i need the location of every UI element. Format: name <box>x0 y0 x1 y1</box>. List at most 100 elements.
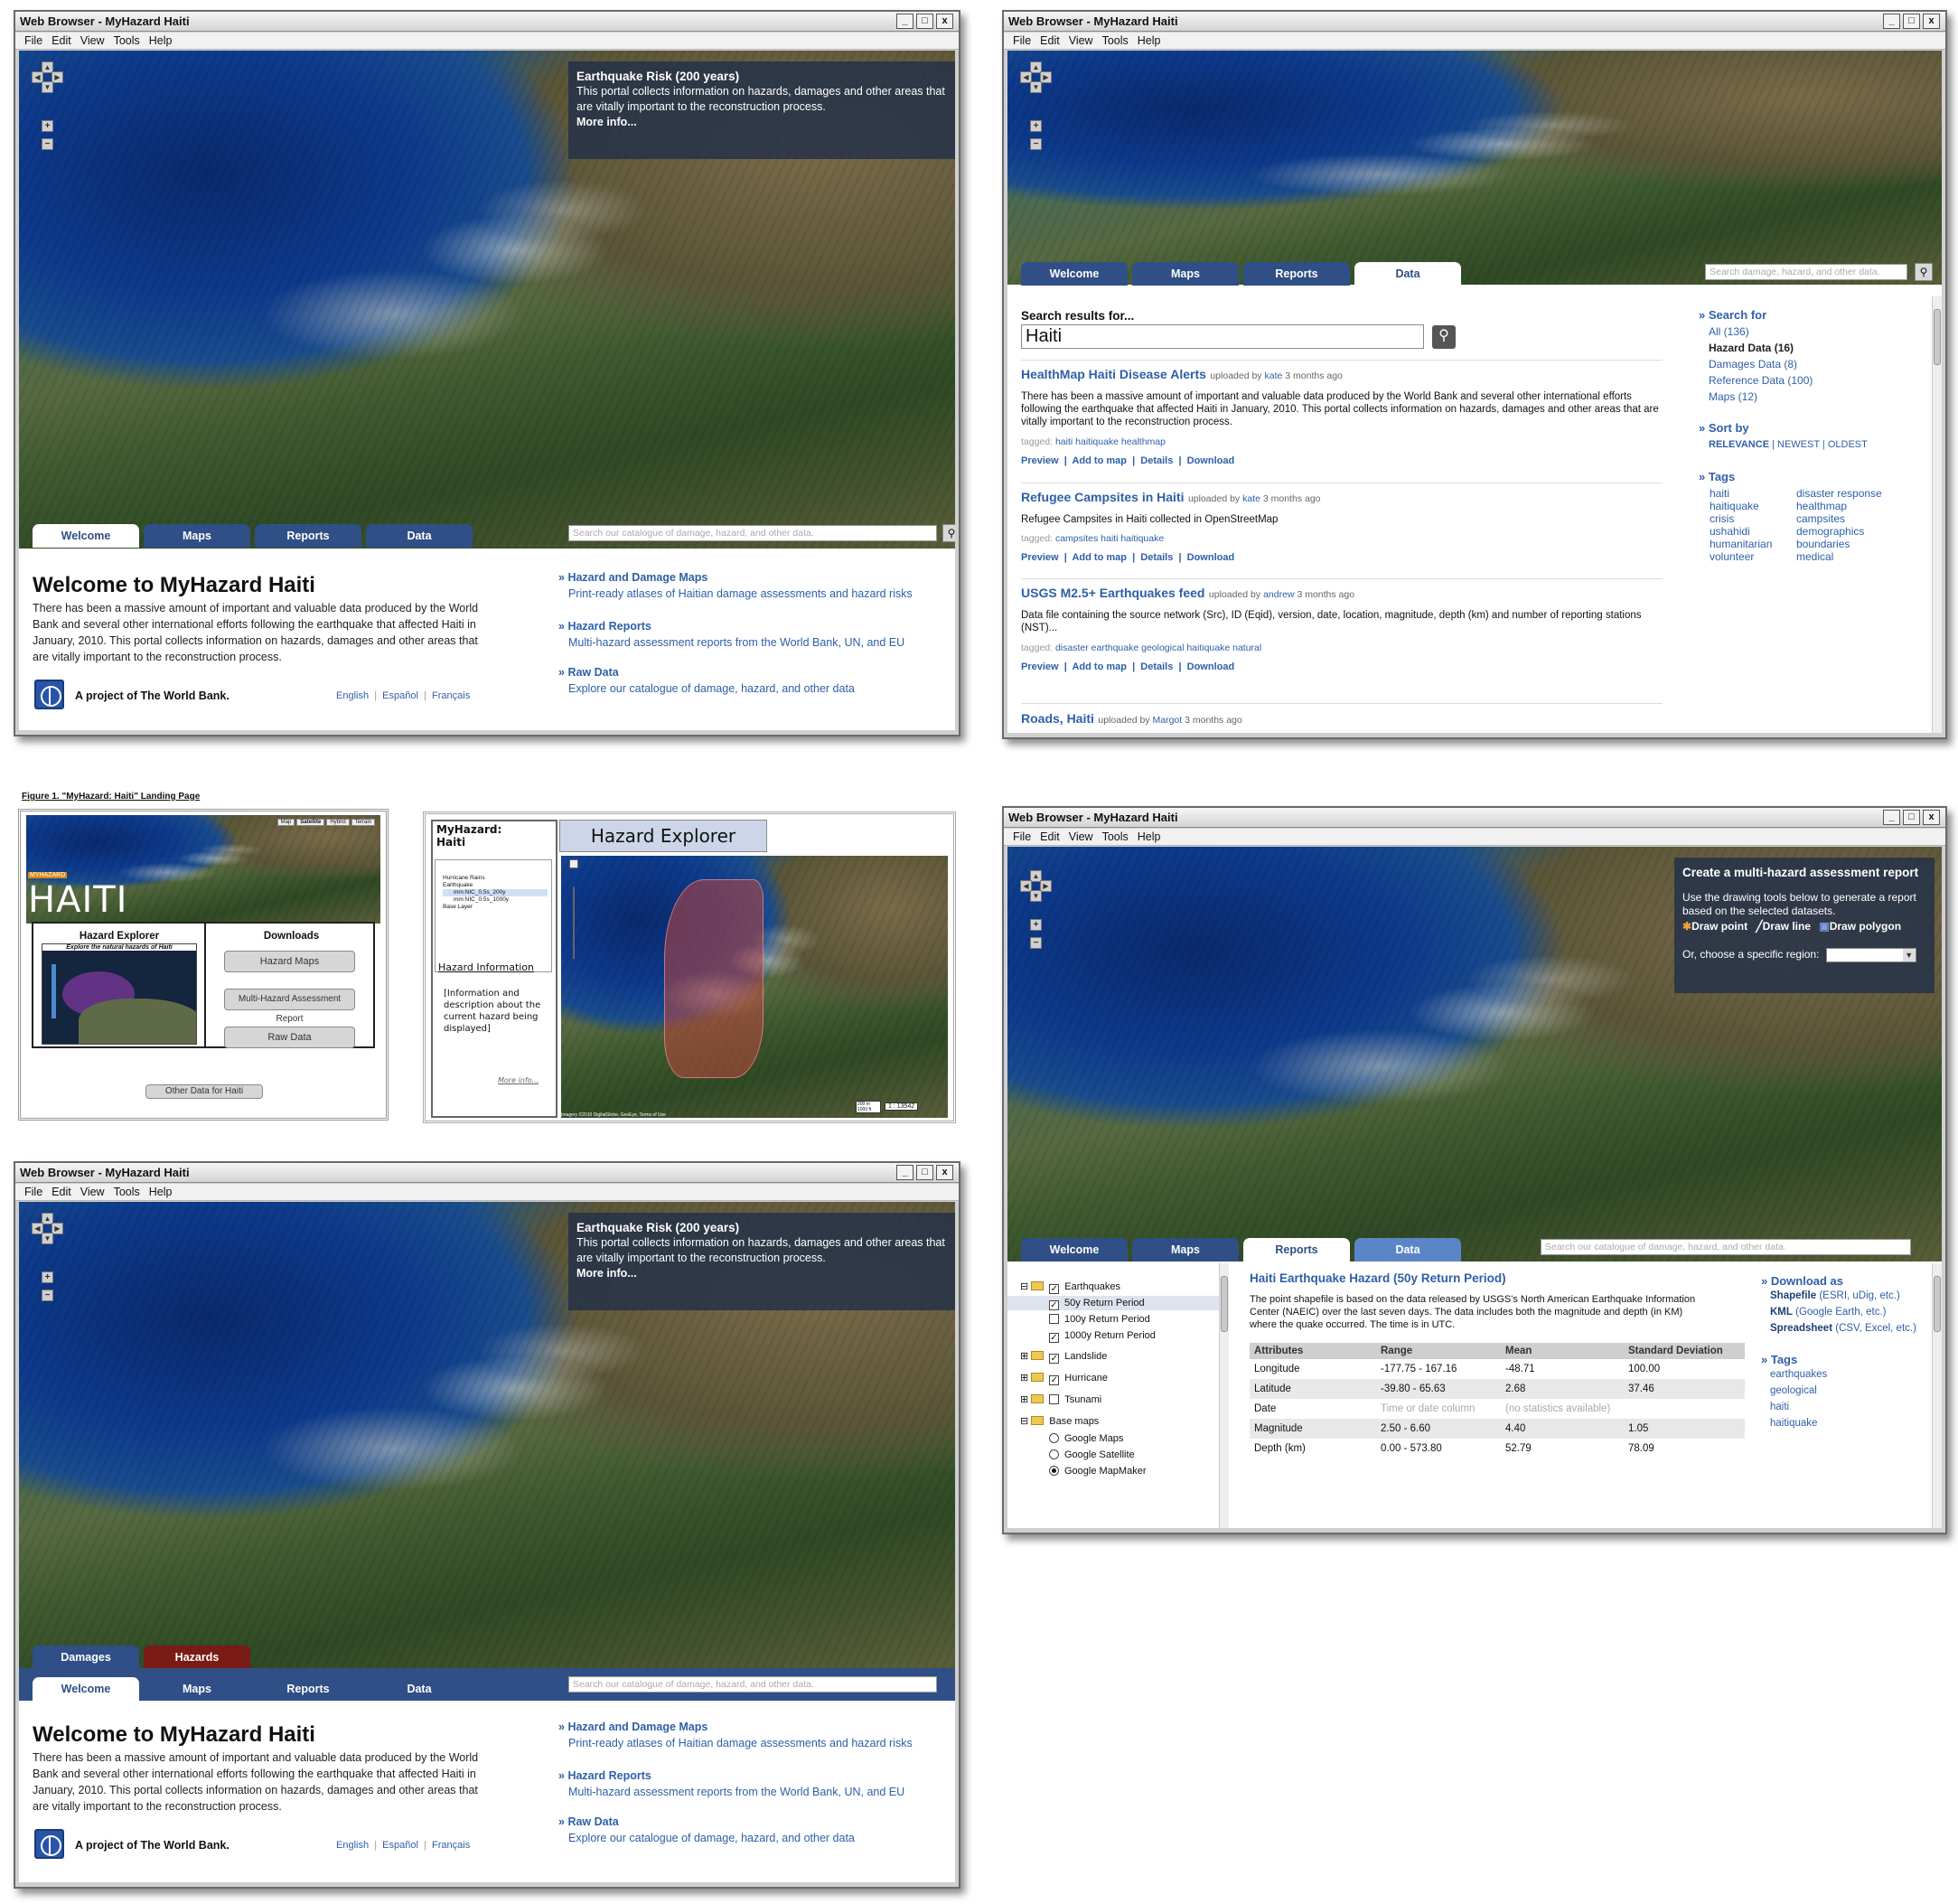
more-info-link[interactable]: More info... <box>576 1266 952 1281</box>
tag-link[interactable]: campsites <box>1796 512 1882 525</box>
tab-welcome[interactable]: Welcome <box>33 1677 139 1701</box>
tab-reports[interactable]: Reports <box>255 524 361 548</box>
checkbox-icon[interactable]: ✓ <box>1049 1333 1059 1343</box>
collapse-icon[interactable]: ⊟ <box>1020 1416 1028 1427</box>
menu-help[interactable]: Help <box>149 1186 173 1198</box>
pan-down-icon[interactable]: ▼ <box>42 81 53 93</box>
expand-icon[interactable]: ⊞ <box>1020 1394 1028 1405</box>
close-button[interactable]: x <box>936 1165 953 1180</box>
draw-point-tool[interactable]: Draw point <box>1691 920 1747 933</box>
region-select[interactable]: ▼ <box>1825 947 1916 962</box>
tree-basemaps[interactable]: ⊟ Base maps <box>1020 1415 1099 1427</box>
tag-link[interactable]: medical <box>1796 550 1882 563</box>
menu-tools[interactable]: Tools <box>1102 34 1129 47</box>
lang-francais[interactable]: Français <box>432 1840 470 1851</box>
maximize-button[interactable]: □ <box>1903 810 1920 825</box>
search-input[interactable]: Search damage, hazard, and other data. <box>1705 264 1907 280</box>
hazard-maps-link[interactable]: Hazard and Damage Maps <box>567 571 707 584</box>
result-tags[interactable]: campsites haiti haitiquake <box>1055 533 1164 544</box>
tab-damages[interactable]: Damages <box>33 1646 139 1669</box>
radio-icon[interactable] <box>1049 1433 1059 1443</box>
filter-reference[interactable]: Reference Data (100) <box>1709 372 1934 389</box>
tree-google-satellite[interactable]: Google Satellite <box>1049 1449 1135 1460</box>
sketch-layer-item[interactable]: Hurricane Rains <box>443 875 548 882</box>
checkbox-icon[interactable]: ✓ <box>1049 1284 1060 1294</box>
result-title[interactable]: Roads, Haiti <box>1021 711 1094 726</box>
tree-100y[interactable]: 100y Return Period <box>1049 1314 1150 1325</box>
tree-landslide[interactable]: ⊞ ✓ Landslide <box>1020 1350 1107 1364</box>
maximize-button[interactable]: □ <box>1903 14 1920 29</box>
query-input[interactable]: Haiti <box>1021 324 1424 349</box>
sketch-map-type-map[interactable]: Map <box>276 819 295 826</box>
tree-hurricane[interactable]: ⊞ ✓ Hurricane <box>1020 1372 1108 1385</box>
tag-link[interactable]: disaster response <box>1796 487 1882 500</box>
zoom-out-icon[interactable]: − <box>1030 937 1042 949</box>
tab-maps[interactable]: Maps <box>1132 1238 1239 1262</box>
search-input[interactable]: Search our catalogue of damage, hazard, … <box>1541 1239 1911 1255</box>
sketch-zoom-slider-icon[interactable] <box>52 964 56 1018</box>
tree-google-mapmaker[interactable]: Google MapMaker <box>1049 1466 1147 1477</box>
lang-english[interactable]: English <box>336 1840 369 1851</box>
lang-english[interactable]: English <box>336 690 369 701</box>
zoom-in-icon[interactable]: + <box>1030 120 1042 132</box>
tag-link[interactable]: boundaries <box>1796 538 1882 550</box>
search-submit-icon[interactable]: ⚲ <box>1432 325 1456 349</box>
sketch-map-type-satellite[interactable]: Satellite <box>296 819 325 826</box>
minimize-button[interactable]: _ <box>1883 14 1900 29</box>
satellite-map[interactable] <box>1007 51 1942 285</box>
menu-edit[interactable]: Edit <box>52 34 71 47</box>
tab-welcome[interactable]: Welcome <box>1021 1238 1128 1262</box>
menu-edit[interactable]: Edit <box>1040 830 1060 843</box>
lang-espanol[interactable]: Español <box>382 1840 418 1851</box>
pan-control[interactable]: ▲ ◀ ▶ ▼ <box>1020 61 1053 94</box>
tab-maps[interactable]: Maps <box>1132 262 1239 286</box>
pan-control[interactable]: ▲ ◀ ▶ ▼ <box>1020 870 1053 903</box>
download-spreadsheet[interactable]: Spreadsheet (CSV, Excel, etc.) <box>1770 1320 1933 1337</box>
sketch-layer-item[interactable]: mm:NIC_0.5s_200y <box>443 889 548 896</box>
filter-damages[interactable]: Damages Data (8) <box>1709 356 1934 372</box>
tab-data[interactable]: Data <box>1354 1238 1461 1262</box>
tag-link[interactable]: ushahidi <box>1710 525 1796 538</box>
checkbox-icon[interactable]: ✓ <box>1049 1354 1060 1364</box>
minimize-button[interactable]: _ <box>896 14 913 29</box>
result-title[interactable]: HealthMap Haiti Disease Alerts <box>1021 367 1206 381</box>
tag-link[interactable]: earthquakes <box>1770 1366 1933 1383</box>
lang-francais[interactable]: Français <box>432 690 470 701</box>
filter-maps[interactable]: Maps (12) <box>1709 389 1934 405</box>
menu-view[interactable]: View <box>1069 830 1093 843</box>
result-actions[interactable]: Preview | Add to map | Details | Downloa… <box>1021 552 1663 563</box>
raw-data-link[interactable]: Raw Data <box>567 1815 618 1828</box>
download-name[interactable]: KML <box>1770 1307 1793 1318</box>
menu-tools[interactable]: Tools <box>114 34 140 47</box>
tab-data[interactable]: Data <box>1354 262 1461 286</box>
menu-file[interactable]: File <box>1013 830 1031 843</box>
tab-reports[interactable]: Reports <box>1243 1238 1350 1262</box>
sketch-map-type-hybrid[interactable]: Hybrid <box>326 819 350 826</box>
minimize-button[interactable]: _ <box>1883 810 1900 825</box>
hazard-reports-link[interactable]: Hazard Reports <box>567 1769 651 1782</box>
zoom-out-icon[interactable]: − <box>42 1290 53 1301</box>
checkbox-icon[interactable] <box>1049 1394 1060 1404</box>
search-input[interactable]: Search our catalogue of damage, hazard, … <box>568 1676 937 1693</box>
close-button[interactable]: x <box>936 14 953 29</box>
filter-hazard[interactable]: Hazard Data (16) <box>1709 340 1934 356</box>
lang-espanol[interactable]: Español <box>382 690 418 701</box>
sketch-other-data-button[interactable]: Other Data for Haiti <box>145 1084 263 1099</box>
sketch-layer-item[interactable]: Earthquake <box>443 882 548 889</box>
tag-link[interactable]: haitiquake <box>1710 500 1796 512</box>
menu-help[interactable]: Help <box>149 34 173 47</box>
menu-view[interactable]: View <box>80 34 105 47</box>
zoom-out-icon[interactable]: − <box>42 138 53 150</box>
menu-edit[interactable]: Edit <box>52 1186 71 1198</box>
download-name[interactable]: Shapefile <box>1770 1290 1816 1301</box>
sketch-more-info-link[interactable]: More info... <box>498 1076 539 1084</box>
menu-view[interactable]: View <box>80 1186 105 1198</box>
download-shapefile[interactable]: Shapefile (ESRI, uDig, etc.) <box>1770 1288 1933 1304</box>
expand-icon[interactable]: ⊞ <box>1020 1351 1028 1362</box>
tab-welcome[interactable]: Welcome <box>33 524 139 548</box>
tab-welcome[interactable]: Welcome <box>1021 262 1128 286</box>
result-tags[interactable]: disaster earthquake geological haitiquak… <box>1055 642 1261 653</box>
menu-tools[interactable]: Tools <box>1102 830 1129 843</box>
hazard-reports-link[interactable]: Hazard Reports <box>567 620 651 633</box>
sort-other[interactable]: | NEWEST | OLDEST <box>1772 439 1868 450</box>
